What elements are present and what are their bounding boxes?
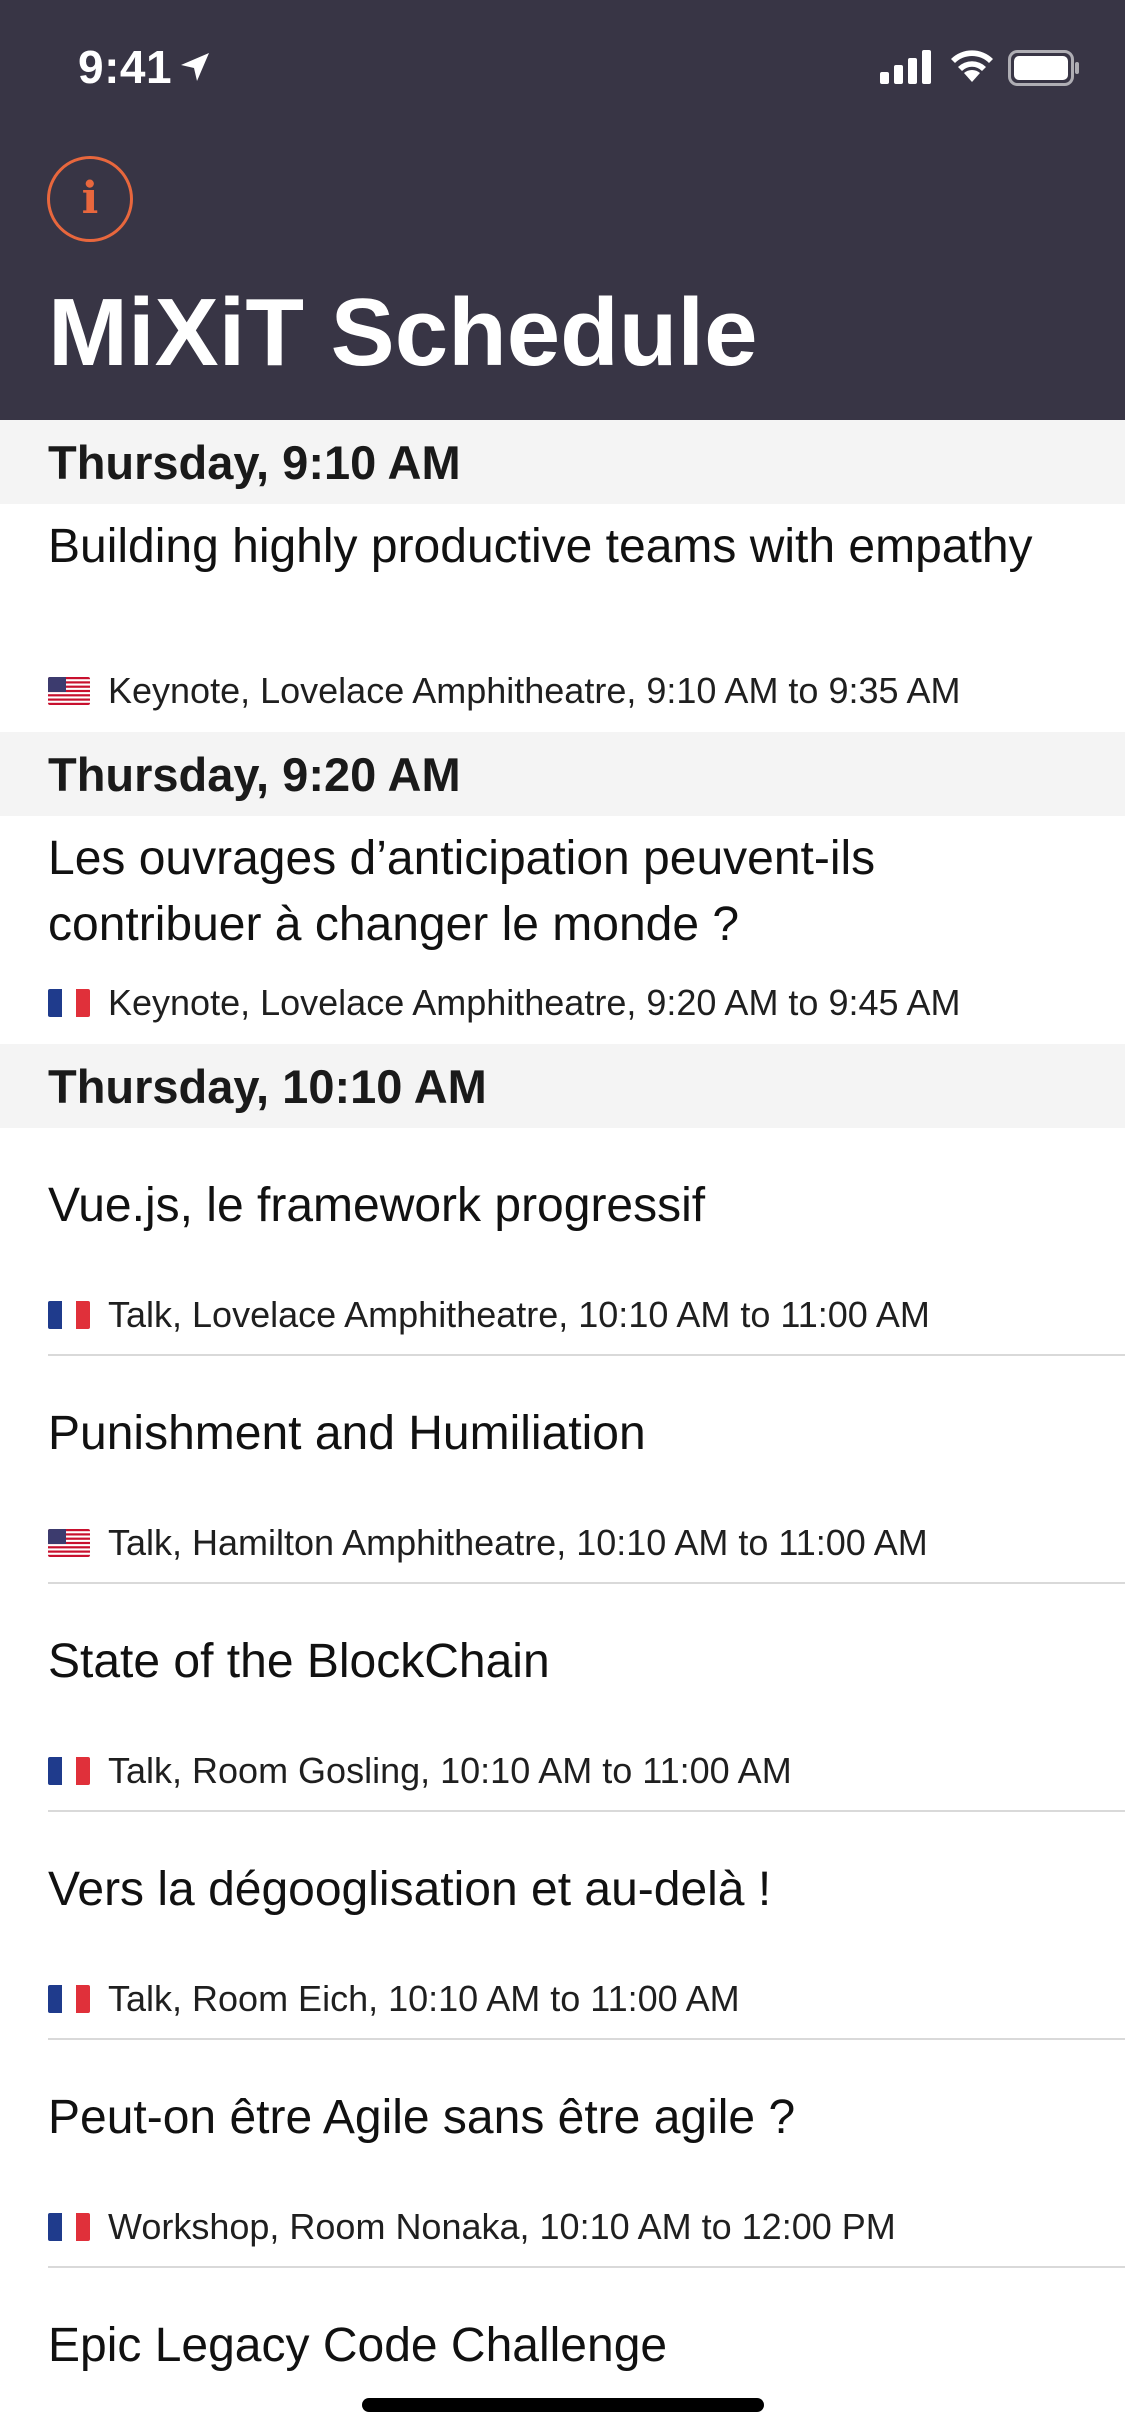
us-flag-icon [48, 677, 90, 705]
session-meta-text: Keynote, Lovelace Amphitheatre, 9:10 AM … [108, 670, 961, 711]
session-row[interactable]: Epic Legacy Code Challenge [0, 2268, 1125, 2408]
session-row[interactable]: Vue.js, le framework progressif Talk, Lo… [0, 1128, 1125, 1356]
section-title: Thursday, 9:20 AM [48, 747, 461, 801]
location-arrow-icon [181, 53, 209, 81]
session-title: Punishment and Humiliation [48, 1407, 646, 1460]
section-header: Thursday, 10:10 AM [0, 1044, 1125, 1128]
session-meta-text: Talk, Lovelace Amphitheatre, 10:10 AM to… [108, 1294, 930, 1335]
section-header: Thursday, 9:10 AM [0, 420, 1125, 504]
session-row[interactable]: Punishment and Humiliation Talk, Hamilto… [0, 1356, 1125, 1584]
info-icon: i [81, 173, 99, 224]
fr-flag-icon [48, 2213, 90, 2241]
fr-flag-icon [48, 1985, 90, 2013]
session-title: Vue.js, le framework progressif [48, 1179, 706, 1232]
session-title: State of the BlockChain [48, 1635, 550, 1688]
session-meta-text: Talk, Hamilton Amphitheatre, 10:10 AM to… [108, 1522, 928, 1563]
fr-flag-icon [48, 1301, 90, 1329]
cellular-signal-icon [880, 50, 931, 84]
session-meta: Keynote, Lovelace Amphitheatre, 9:20 AM … [48, 982, 961, 1024]
session-meta-text: Keynote, Lovelace Amphitheatre, 9:20 AM … [108, 982, 961, 1023]
home-indicator[interactable] [362, 2398, 764, 2412]
session-meta: Talk, Room Gosling, 10:10 AM to 11:00 AM [48, 1750, 792, 1792]
section-header: Thursday, 9:20 AM [0, 732, 1125, 816]
session-title: Epic Legacy Code Challenge [48, 2319, 668, 2372]
session-row[interactable]: State of the BlockChain Talk, Room Gosli… [0, 1584, 1125, 1812]
session-meta: Keynote, Lovelace Amphitheatre, 9:10 AM … [48, 670, 961, 712]
fr-flag-icon [48, 1757, 90, 1785]
session-meta: Workshop, Room Nonaka, 10:10 AM to 12:00… [48, 2206, 896, 2248]
session-title: Vers la dégooglisation et au-delà ! [48, 1863, 772, 1916]
app-header: 9:41 i MiXiT Schedule [0, 0, 1125, 420]
session-meta-text: Workshop, Room Nonaka, 10:10 AM to 12:00… [108, 2206, 896, 2247]
fr-flag-icon [48, 989, 90, 1017]
session-meta: Talk, Room Eich, 10:10 AM to 11:00 AM [48, 1978, 740, 2020]
status-time: 9:41 [78, 41, 173, 93]
page-title: MiXiT Schedule [48, 279, 758, 386]
session-title: Building highly productive teams with em… [48, 520, 1033, 573]
schedule-screen: 9:41 i MiXiT Schedule Thursday, 9:10 AM … [0, 0, 1125, 2436]
session-row[interactable]: Building highly productive teams with em… [0, 504, 1125, 732]
info-button[interactable]: i [47, 156, 133, 242]
session-title: Peut-on être Agile sans être agile ? [48, 2091, 796, 2144]
session-row[interactable]: Vers la dégooglisation et au-delà ! Talk… [0, 1812, 1125, 2040]
section-title: Thursday, 9:10 AM [48, 435, 461, 489]
session-row[interactable]: Les ouvrages d’anticipation peuvent-ils … [0, 816, 1125, 1044]
session-meta: Talk, Lovelace Amphitheatre, 10:10 AM to… [48, 1294, 930, 1336]
session-meta: Talk, Hamilton Amphitheatre, 10:10 AM to… [48, 1522, 928, 1564]
wifi-icon [951, 50, 993, 82]
session-meta-text: Talk, Room Eich, 10:10 AM to 11:00 AM [108, 1978, 740, 2019]
us-flag-icon [48, 1529, 90, 1557]
schedule-list[interactable]: Thursday, 9:10 AM Building highly produc… [0, 420, 1125, 2408]
session-meta-text: Talk, Room Gosling, 10:10 AM to 11:00 AM [108, 1750, 792, 1791]
status-bar: 9:41 [0, 0, 1125, 140]
battery-icon [1008, 50, 1079, 86]
session-row[interactable]: Peut-on être Agile sans être agile ? Wor… [0, 2040, 1125, 2268]
section-title: Thursday, 10:10 AM [48, 1059, 487, 1113]
session-title: Les ouvrages d’anticipation peuvent-ils … [48, 832, 876, 951]
